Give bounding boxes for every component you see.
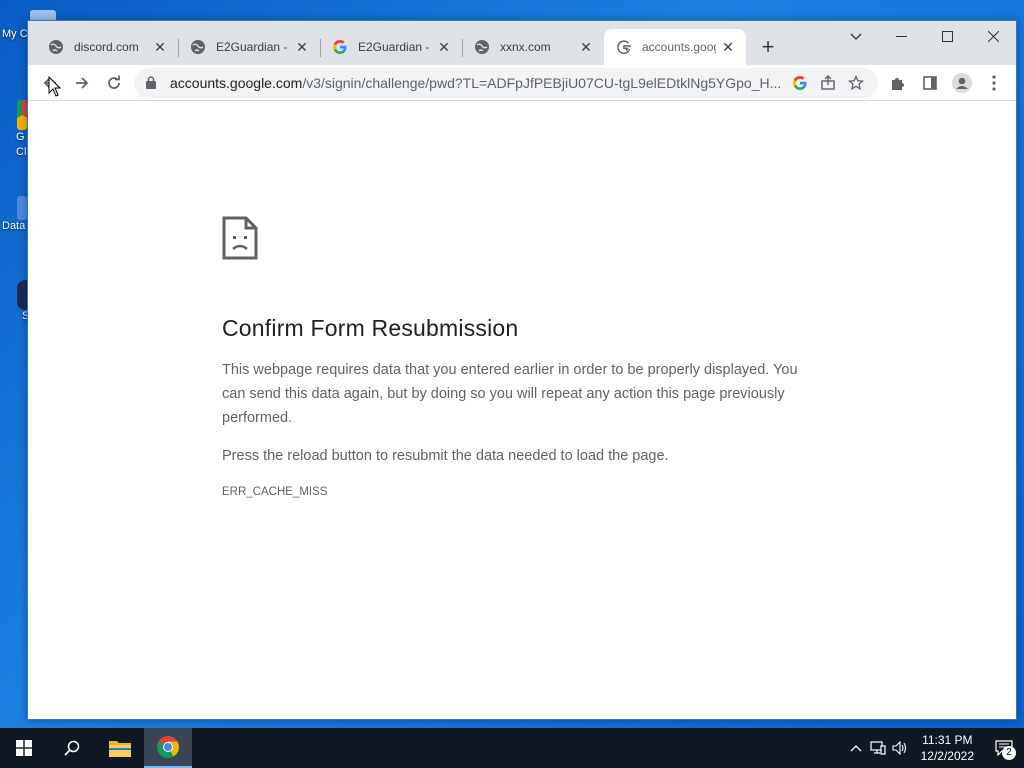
chevron-up-icon — [850, 745, 862, 752]
maximize-icon — [941, 30, 953, 42]
maximize-button[interactable] — [924, 21, 970, 51]
chrome-icon — [157, 736, 179, 758]
reload-button[interactable] — [98, 67, 130, 99]
sad-page-icon — [222, 216, 258, 260]
menu-button[interactable] — [978, 67, 1010, 99]
close-icon[interactable]: ✕ — [294, 39, 310, 55]
arrow-right-icon — [76, 76, 89, 89]
search-button[interactable] — [48, 728, 96, 768]
start-button[interactable] — [0, 728, 48, 768]
browser-toolbar: accounts.google.com/v3/signin/challenge/… — [28, 65, 1016, 101]
taskbar: 11:31 PM 12/2/2022 2 — [0, 728, 1024, 768]
system-tray: 11:31 PM 12/2/2022 2 — [845, 728, 1024, 768]
error-container: Confirm Form Resubmission This webpage r… — [222, 216, 822, 498]
tab-search-button[interactable] — [844, 25, 868, 49]
close-icon[interactable]: ✕ — [578, 39, 594, 55]
profile-button[interactable] — [946, 67, 978, 99]
share-button[interactable] — [814, 69, 842, 97]
google-lens-button[interactable] — [786, 69, 814, 97]
mouse-cursor-icon — [48, 76, 62, 97]
taskbar-file-explorer[interactable] — [96, 728, 144, 768]
tab-title: E2Guardian - A — [216, 40, 290, 54]
side-panel-button[interactable] — [914, 67, 946, 99]
address-path: /v3/signin/challenge/pwd?TL=ADFpJfPEBjiU… — [302, 74, 782, 91]
show-hidden-icons-button[interactable] — [845, 728, 867, 768]
address-bar[interactable]: accounts.google.com/v3/signin/challenge/… — [134, 67, 878, 98]
browser-window: discord.com ✕ E2Guardian - A ✕ E2Guardia… — [27, 20, 1017, 720]
lock-icon[interactable] — [146, 76, 160, 89]
error-title: Confirm Form Resubmission — [222, 315, 519, 341]
error-hint: Press the reload button to resubmit the … — [222, 448, 669, 464]
tab-xxnx[interactable]: xxnx.com ✕ — [462, 29, 604, 65]
minimize-icon — [895, 35, 907, 37]
error-description: This webpage requires data that you ente… — [222, 362, 798, 426]
address-url[interactable]: accounts.google.com/v3/signin/challenge/… — [170, 75, 786, 91]
close-icon[interactable]: ✕ — [436, 39, 452, 55]
notification-count-badge: 2 — [1002, 746, 1016, 760]
app-icon — [17, 280, 27, 310]
desktop-icon-label: G Cl — [16, 131, 27, 158]
google-icon — [616, 39, 632, 55]
network-icon — [870, 741, 886, 755]
side-panel-icon — [923, 75, 937, 90]
close-icon[interactable]: ✕ — [720, 39, 736, 55]
tab-title: xxnx.com — [500, 40, 551, 54]
speaker-icon — [892, 741, 906, 755]
taskbar-chrome[interactable] — [144, 728, 192, 768]
new-tab-button[interactable]: + — [754, 33, 782, 61]
tab-title: E2Guardian - A — [358, 40, 432, 54]
tab-discord[interactable]: discord.com ✕ — [36, 29, 178, 65]
forward-button[interactable] — [66, 67, 98, 99]
address-host: accounts.google.com — [170, 74, 303, 91]
folder-icon — [17, 196, 27, 220]
tab-e2guardian-1[interactable]: E2Guardian - A ✕ — [178, 29, 320, 65]
chrome-icon — [17, 100, 27, 130]
clock[interactable]: 11:31 PM 12/2/2022 — [911, 732, 984, 764]
star-icon — [848, 74, 864, 90]
reload-icon — [108, 75, 120, 89]
minimize-button[interactable] — [878, 21, 924, 51]
close-icon — [987, 30, 999, 42]
google-icon — [793, 75, 807, 90]
chevron-down-icon — [850, 33, 862, 41]
clock-time: 11:31 PM — [922, 733, 973, 747]
globe-icon — [474, 39, 490, 55]
clock-date: 12/2/2022 — [920, 749, 974, 763]
extensions-button[interactable] — [882, 67, 914, 99]
error-code: ERR_CACHE_MISS — [222, 486, 328, 498]
volume-button[interactable] — [889, 728, 911, 768]
tab-title: discord.com — [74, 40, 139, 54]
tab-accounts-google[interactable]: accounts.goog ✕ — [604, 29, 746, 65]
search-icon — [64, 740, 80, 756]
folder-icon — [109, 741, 131, 757]
tab-strip: discord.com ✕ E2Guardian - A ✕ E2Guardia… — [28, 21, 1016, 65]
puzzle-icon — [892, 77, 904, 90]
window-controls — [878, 21, 1016, 51]
bookmark-button[interactable] — [842, 69, 870, 97]
more-vert-icon — [992, 74, 996, 91]
avatar-icon — [952, 72, 972, 93]
google-icon — [332, 39, 348, 55]
action-center-button[interactable]: 2 — [984, 728, 1024, 768]
share-icon — [821, 74, 835, 90]
globe-icon — [190, 39, 206, 55]
close-window-button[interactable] — [970, 21, 1016, 51]
tab-e2guardian-2[interactable]: E2Guardian - A ✕ — [320, 29, 462, 65]
globe-icon — [48, 39, 64, 55]
page-content: Confirm Form Resubmission This webpage r… — [28, 101, 1016, 719]
tab-title: accounts.goog — [642, 40, 716, 54]
windows-logo-icon — [16, 740, 32, 756]
close-icon[interactable]: ✕ — [152, 39, 168, 55]
network-button[interactable] — [867, 728, 889, 768]
